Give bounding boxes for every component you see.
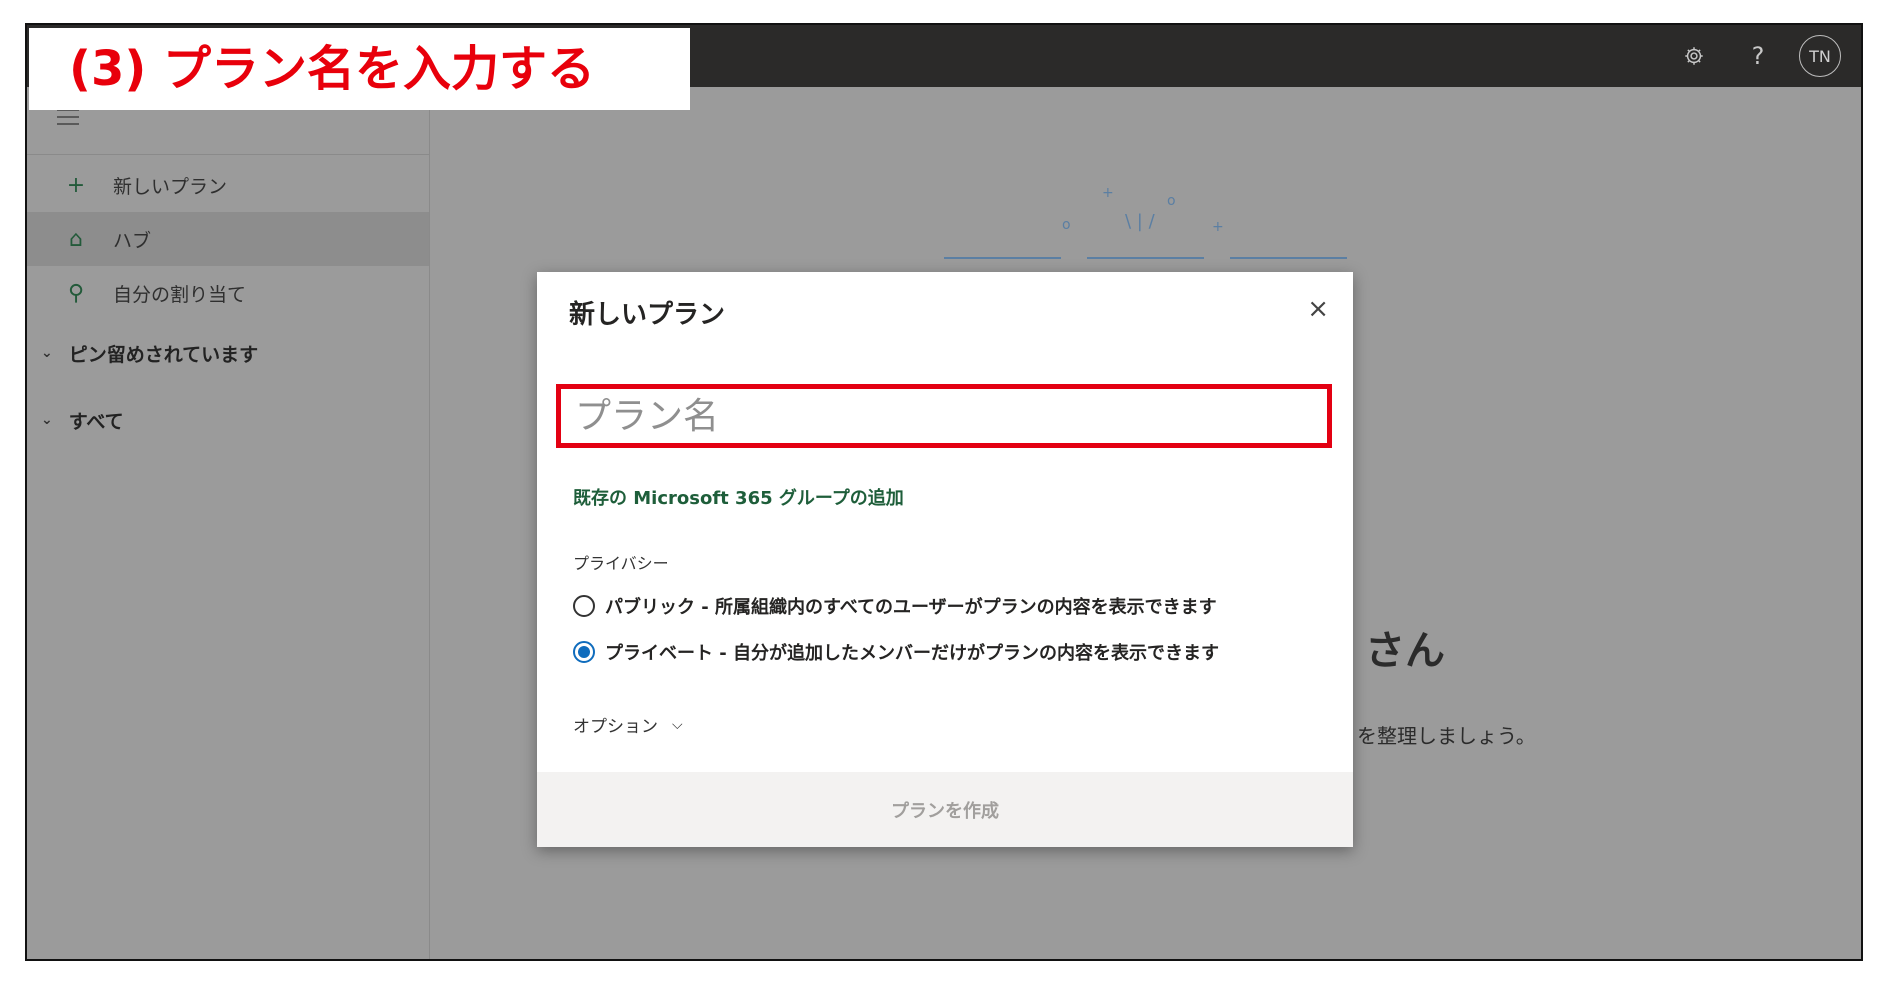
sidebar-item-new-plan[interactable]: + 新しいプラン [27, 158, 429, 212]
sparkle-decoration: o [1062, 217, 1071, 233]
plan-name-field [556, 384, 1332, 448]
sidebar: + 新しいプラン ⌂ ハブ ⚲ 自分の割り当て ⌄ ピン留めされています ⌄ す… [27, 87, 430, 959]
sidebar-item-label: 新しいプラン [113, 175, 228, 198]
chevron-down-icon: ⌄ [41, 345, 53, 361]
options-label: オプション [573, 717, 658, 737]
gear-icon[interactable] [1677, 39, 1711, 73]
dialog-title: 新しいプラン [569, 300, 726, 330]
radio-button-private[interactable] [573, 641, 595, 663]
privacy-option-public[interactable]: パブリック - 所属組織内のすべてのユーザーがプランの内容を表示できます [573, 593, 1217, 619]
sparkle-decoration: \ | / [1125, 211, 1155, 232]
sparkle-decoration: o [1167, 193, 1176, 209]
new-plan-dialog: 新しいプラン × 既存の Microsoft 365 グループの追加 プライバシ… [537, 272, 1353, 847]
plan-name-input[interactable] [561, 389, 1327, 443]
deco-line [1087, 257, 1204, 259]
sidebar-divider [27, 154, 429, 155]
help-icon[interactable]: ? [1741, 39, 1775, 73]
radio-button-public[interactable] [573, 595, 595, 617]
sidebar-item-my-tasks[interactable]: ⚲ 自分の割り当て [27, 266, 429, 320]
hamburger-menu-icon[interactable] [57, 109, 79, 130]
close-icon[interactable]: × [1307, 294, 1329, 324]
section-label: ピン留めされています [68, 343, 259, 366]
privacy-option-private[interactable]: プライベート - 自分が追加したメンバーだけがプランの内容を表示できます [573, 639, 1219, 665]
privacy-option-label: プライベート - 自分が追加したメンバーだけがプランの内容を表示できます [605, 643, 1220, 664]
sidebar-item-hub[interactable]: ⌂ ハブ [27, 212, 429, 266]
deco-line [944, 257, 1061, 259]
chevron-down-icon: ⌵ [672, 716, 683, 733]
chevron-down-icon: ⌄ [41, 412, 53, 428]
user-avatar[interactable]: TN [1799, 35, 1841, 77]
options-toggle[interactable]: オプション ⌵ [573, 712, 683, 738]
privacy-label: プライバシー [573, 554, 669, 573]
sparkle-decoration: + [1212, 219, 1224, 235]
dialog-footer: プランを作成 [537, 772, 1353, 847]
sidebar-item-label: 自分の割り当て [113, 283, 247, 306]
section-label: すべて [68, 410, 124, 433]
create-plan-button[interactable]: プランを作成 [885, 796, 1005, 824]
section-all[interactable]: ⌄ すべて [27, 400, 429, 440]
sidebar-item-label: ハブ [113, 229, 152, 252]
section-pinned[interactable]: ⌄ ピン留めされています [27, 333, 429, 373]
home-icon: ⌂ [69, 226, 83, 252]
add-existing-group-link[interactable]: 既存の Microsoft 365 グループの追加 [573, 484, 904, 510]
greeting-subtitle: を整理しましょう。 [1357, 724, 1536, 748]
deco-line [1230, 257, 1347, 259]
privacy-option-label: パブリック - 所属組織内のすべてのユーザーがプランの内容を表示できます [605, 597, 1217, 618]
person-icon: ⚲ [67, 280, 85, 306]
greeting-text: さん [1365, 628, 1445, 674]
plus-icon: + [66, 172, 86, 198]
sparkle-decoration: + [1102, 185, 1114, 201]
step-title-banner: (3) プラン名を入力する [29, 28, 690, 110]
